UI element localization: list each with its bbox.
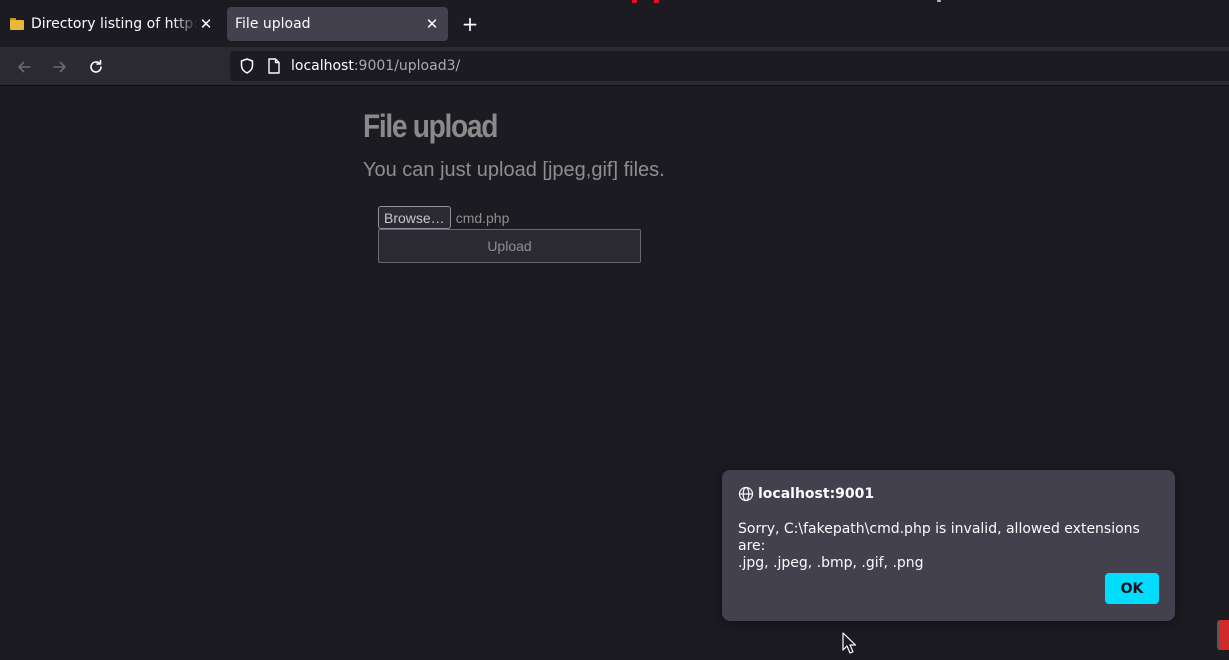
tab-title: Directory listing of http://localhost:90… bbox=[31, 16, 198, 32]
tab-file-upload[interactable]: File upload ✕ bbox=[227, 7, 448, 41]
tab-directory-listing[interactable]: Directory listing of http://localhost:90… bbox=[0, 7, 222, 41]
forward-button[interactable] bbox=[48, 55, 72, 79]
reload-icon bbox=[90, 59, 102, 73]
navigation-toolbar: localhost:9001/upload3/ bbox=[0, 47, 1229, 86]
tab-strip: Directory listing of http://localhost:90… bbox=[0, 0, 1229, 47]
arrow-right-icon bbox=[53, 61, 66, 73]
dialog-origin: localhost:9001 bbox=[758, 486, 875, 502]
ok-button[interactable]: OK bbox=[1105, 573, 1159, 604]
dialog-message-line: Sorry, C:\fakepath\cmd.php is invalid, a… bbox=[738, 521, 1140, 554]
selected-file-name: cmd.php bbox=[455, 209, 510, 226]
alert-dialog: localhost:9001 Sorry, C:\fakepath\cmd.ph… bbox=[722, 470, 1175, 621]
page-subtitle: You can just upload [jpeg,gif] files. bbox=[363, 159, 665, 181]
file-input[interactable]: Browse… cmd.php bbox=[378, 206, 509, 229]
browse-button[interactable]: Browse… bbox=[378, 206, 451, 229]
arrow-left-icon bbox=[18, 61, 31, 73]
back-button[interactable] bbox=[12, 55, 36, 79]
close-tab-icon[interactable]: ✕ bbox=[198, 15, 214, 33]
address-bar[interactable]: localhost:9001/upload3/ bbox=[230, 51, 1229, 81]
mouse-cursor-icon bbox=[842, 632, 856, 654]
url-text[interactable]: localhost:9001/upload3/ bbox=[291, 58, 460, 74]
window-edge-decoration bbox=[632, 0, 660, 3]
url-path: :9001/upload3/ bbox=[353, 58, 461, 74]
reload-button[interactable] bbox=[84, 55, 108, 79]
close-tab-icon[interactable]: ✕ bbox=[424, 15, 440, 33]
dialog-header: localhost:9001 bbox=[738, 486, 874, 502]
shield-icon[interactable] bbox=[238, 57, 256, 75]
dialog-message-line: .jpg, .jpeg, .bmp, .gif, .png bbox=[738, 555, 924, 571]
page-title: File upload bbox=[363, 108, 498, 144]
folder-icon bbox=[10, 18, 24, 30]
dialog-message: Sorry, C:\fakepath\cmd.php is invalid, a… bbox=[738, 521, 1163, 572]
globe-icon bbox=[738, 486, 754, 502]
new-tab-button[interactable]: + bbox=[458, 12, 482, 36]
page-icon[interactable] bbox=[266, 57, 282, 75]
window-edge-decoration bbox=[1217, 620, 1229, 650]
window-edge-decoration bbox=[937, 0, 941, 2]
url-host: localhost bbox=[291, 58, 354, 74]
tab-title: File upload bbox=[235, 16, 311, 32]
upload-button[interactable]: Upload bbox=[378, 229, 641, 263]
